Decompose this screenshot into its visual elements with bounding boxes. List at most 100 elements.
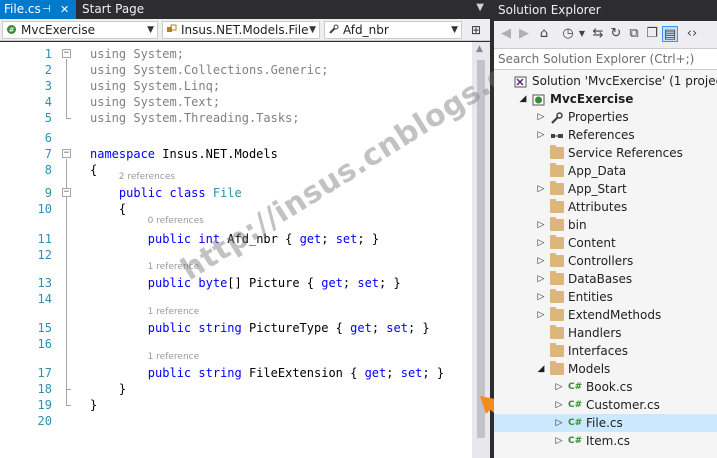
tree-item[interactable]: ▷ ExtendMethods [494, 306, 717, 324]
collapsed-arrow-icon[interactable]: ▷ [536, 108, 546, 126]
expanded-arrow-icon[interactable]: ◢ [536, 360, 546, 378]
collapse-region-icon[interactable]: − [62, 149, 71, 158]
tree-item[interactable]: ▷ App_Start [494, 180, 717, 198]
tab-start-page[interactable]: Start Page [78, 0, 188, 19]
code-line[interactable]: using System.Threading.Tasks; [90, 110, 300, 126]
tree-item-label: ExtendMethods [568, 308, 662, 322]
collapse-region-icon[interactable]: − [62, 49, 71, 58]
code-line[interactable]: using System.Collections.Generic; [90, 62, 328, 78]
line-number: 18 [37, 382, 52, 396]
pin-icon[interactable]: ⊣ [42, 0, 51, 19]
code-text: { [90, 163, 98, 177]
collapsed-arrow-icon[interactable]: ▷ [536, 252, 546, 270]
code-line[interactable]: using System; [90, 46, 184, 62]
back-icon[interactable]: ◀ [498, 26, 514, 42]
code-line[interactable]: { [90, 162, 97, 178]
collapsed-arrow-icon[interactable]: ▷ [554, 396, 564, 414]
split-window-icon[interactable]: ⊞ [468, 22, 484, 38]
code-keyword: get [299, 232, 322, 246]
tab-file-cs[interactable]: File.cs ⊣ ✕ [0, 0, 76, 19]
tree-item[interactable]: ▷ C# Item.cs [494, 432, 717, 450]
collapsed-arrow-icon[interactable]: ▷ [536, 234, 546, 252]
close-icon[interactable]: ✕ [60, 0, 69, 19]
code-line[interactable]: using System.Linq; [90, 78, 220, 94]
collapsed-arrow-icon[interactable]: ▷ [536, 216, 546, 234]
scrollbar-thumb[interactable] [477, 60, 485, 438]
code-line[interactable]: namespace Insus.NET.Models [90, 146, 278, 162]
code-keyword: namespace [90, 147, 156, 161]
code-line[interactable]: } [90, 397, 97, 413]
folder-icon [550, 325, 564, 339]
tree-item[interactable]: ◢ MvcExercise [494, 90, 717, 108]
tree-item[interactable]: ▷ Entities [494, 288, 717, 306]
member-dropdown[interactable]: Afd_nbr ▼ [324, 21, 462, 39]
class-icon [167, 24, 177, 32]
chevron-down-icon[interactable]: ▼ [574, 26, 590, 42]
view-code-icon[interactable]: ‹› [684, 26, 700, 42]
tree-item[interactable]: Attributes [494, 198, 717, 216]
code-keyword: public [147, 232, 192, 246]
collapsed-arrow-icon[interactable]: ▷ [554, 414, 564, 432]
tree-item[interactable]: Interfaces [494, 342, 717, 360]
code-text: ; } [407, 321, 430, 335]
tree-item[interactable]: ▷ Controllers [494, 252, 717, 270]
code-text: } [90, 382, 127, 396]
tree-item[interactable]: Handlers [494, 324, 717, 342]
tree-item[interactable]: App_Data [494, 162, 717, 180]
tree-item[interactable]: ▷ Properties [494, 108, 717, 126]
collapsed-arrow-icon[interactable]: ▷ [536, 288, 546, 306]
codelens-reference-count[interactable]: 1 reference [148, 307, 200, 318]
project-dropdown-value: MvcExercise [21, 23, 95, 37]
collapsed-arrow-icon[interactable]: ▷ [554, 432, 564, 450]
line-number: 1 [44, 47, 52, 61]
code-line[interactable]: public byte[] Picture { get; set; } [90, 275, 401, 291]
codelens-reference-count[interactable]: 0 references [148, 216, 204, 227]
sync-icon[interactable]: ⇆ [590, 26, 606, 42]
tree-item[interactable]: ▷ C# Customer.cs [494, 396, 717, 414]
code-line[interactable]: using System.Text; [90, 94, 220, 110]
code-line[interactable]: public string PictureType { get; set; } [90, 320, 430, 336]
collapse-all-icon[interactable]: ⧉ [626, 26, 642, 42]
tree-item[interactable]: ▷ C# Book.cs [494, 378, 717, 396]
tree-item[interactable]: Solution 'MvcExercise' (1 project) [494, 72, 717, 90]
collapsed-arrow-icon[interactable]: ▷ [536, 180, 546, 198]
tree-item[interactable]: ▷ DataBases [494, 270, 717, 288]
tree-item[interactable]: ◢ Models [494, 360, 717, 378]
code-line[interactable]: { [90, 201, 126, 217]
tree-item[interactable]: ▷ C# File.cs [494, 414, 717, 432]
folder-icon [550, 361, 564, 375]
home-icon[interactable]: ⌂ [536, 26, 552, 42]
folder-icon [550, 343, 564, 357]
collapsed-arrow-icon[interactable]: ▷ [536, 306, 546, 324]
search-input[interactable]: Search Solution Explorer (Ctrl+;) [494, 48, 717, 70]
scroll-up-icon[interactable]: ▲ [476, 44, 483, 54]
project-dropdown[interactable]: # MvcExercise ▼ [2, 21, 158, 39]
collapsed-arrow-icon[interactable]: ▷ [554, 378, 564, 396]
expanded-arrow-icon[interactable]: ◢ [518, 90, 528, 108]
forward-icon[interactable]: ▶ [516, 26, 532, 42]
tree-item[interactable]: ▷ Content [494, 234, 717, 252]
tree-item[interactable]: Service References [494, 144, 717, 162]
properties-icon[interactable]: ▤ [662, 26, 678, 42]
code-line[interactable]: public class File [90, 185, 242, 201]
type-dropdown[interactable]: Insus.NET.Models.File ▼ [162, 21, 320, 39]
code-keyword: public [147, 321, 192, 335]
code-text: { [90, 202, 127, 216]
tree-item[interactable]: ▷ bin [494, 216, 717, 234]
code-keyword: using [90, 47, 127, 61]
show-all-files-icon[interactable]: ❐ [644, 26, 660, 42]
code-line[interactable]: } [90, 381, 126, 397]
collapse-region-icon[interactable]: − [62, 188, 71, 197]
codelens-reference-count[interactable]: 2 references [119, 172, 175, 183]
chevron-down-icon[interactable]: ▼ [476, 2, 484, 13]
chevron-down-icon: ▼ [451, 25, 458, 35]
tree-item-label: Solution 'MvcExercise' (1 project) [532, 74, 717, 88]
refresh-icon[interactable]: ↻ [608, 26, 624, 42]
outline-guide-line [66, 59, 67, 118]
codelens-reference-count[interactable]: 1 reference [148, 352, 200, 363]
tree-item[interactable]: ▷ References [494, 126, 717, 144]
collapsed-arrow-icon[interactable]: ▷ [536, 126, 546, 144]
collapsed-arrow-icon[interactable]: ▷ [536, 270, 546, 288]
tree-item-label: MvcExercise [550, 92, 634, 106]
code-line[interactable]: public string FileExtension { get; set; … [90, 365, 444, 381]
